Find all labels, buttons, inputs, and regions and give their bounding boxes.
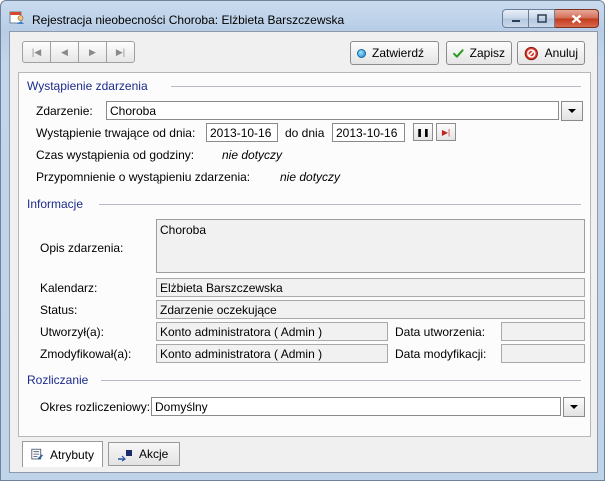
created-by-field: Konto administratora ( Admin ) [156,322,388,341]
dialog-window: Rejestracja nieobecności Choroba: Elżbie… [0,0,605,481]
attributes-panel: Wystąpienie zdarzenia Zdarzenie: Choroba… [18,72,591,437]
from-date-input[interactable]: 2013-10-16 [206,123,278,142]
reminder-value: nie dotyczy [280,170,341,184]
record-navigation: |◀ ◀ ▶ ▶| [22,41,135,63]
maximize-button[interactable] [529,9,555,28]
modified-date-label: Data modyfikacji: [395,347,487,361]
chevron-down-icon [570,405,578,409]
period-label: Okres rozliczeniowy: [40,400,151,414]
chevron-down-icon [568,109,576,113]
last-record-button[interactable]: ▶| [106,41,135,63]
next-record-icon: ▶ [89,46,96,57]
created-by-label: Utworzył(a): [40,325,105,339]
save-button[interactable]: Zapisz [446,41,512,65]
info-section-title: Informacje [27,197,84,211]
attributes-icon [31,448,43,460]
previous-record-icon: ◀ [61,46,68,57]
minimize-button[interactable] [502,9,529,28]
actions-icon [118,449,132,461]
modified-by-field: Konto administratora ( Admin ) [156,344,388,363]
calendar-label: Kalendarz: [40,281,98,295]
confirm-dot-icon [357,48,366,58]
section-divider [99,204,581,205]
window-title: Rejestracja nieobecności Choroba: Elżbie… [32,13,345,27]
cancel-button[interactable]: Anuluj [517,41,585,65]
description-memo[interactable]: Choroba [156,219,585,273]
from-date-label: Wystąpienie trwające od dnia: [36,126,196,140]
tab-attributes[interactable]: Atrybuty [22,441,103,467]
last-record-icon: ▶| [115,46,126,57]
to-date-label: do dnia [285,126,325,140]
checkmark-icon [453,48,464,58]
window-controls [502,9,599,28]
maximize-icon [536,14,547,23]
title-bar[interactable]: Rejestracja nieobecności Choroba: Elżbie… [1,1,604,35]
event-dropdown-button[interactable] [561,101,583,121]
period-dropdown-button[interactable] [563,397,585,417]
status-label: Status: [40,303,78,317]
modified-date-field [501,344,585,363]
time-value: nie dotyczy [222,148,283,162]
modified-by-label: Zmodyfikował(a): [40,347,132,361]
first-record-button[interactable]: |◀ [22,41,51,63]
calendar-field: Elżbieta Barszczewska [156,278,585,297]
description-label: Opis zdarzenia: [40,241,124,255]
reminder-label: Przypomnienie o wystąpieniu zdarzenia: [36,170,251,184]
close-icon [571,14,582,23]
section-divider [101,380,581,381]
tab-actions-label: Akcje [139,447,169,461]
play-to-end-button[interactable]: ▶| [436,123,456,141]
play-end-icon: ▶| [441,127,451,137]
dialog-client-area: |◀ ◀ ▶ ▶| Zatwierdź Zapisz Anuluj Wystąp… [9,31,598,473]
cancel-label: Anuluj [544,46,578,60]
period-combo[interactable]: Domyślny [151,397,561,416]
created-date-label: Data utworzenia: [395,325,486,339]
minimize-icon [511,19,520,22]
created-date-field [501,322,585,341]
time-label: Czas wystąpienia od godziny: [36,148,195,162]
close-window-button[interactable] [555,9,599,28]
confirm-label: Zatwierdź [372,46,425,60]
to-date-input[interactable]: 2013-10-16 [332,123,405,142]
save-label: Zapisz [469,46,505,60]
tab-actions[interactable]: Akcje [108,442,180,466]
event-label: Zdarzenie: [36,104,93,118]
status-field: Zdarzenie oczekujące [156,300,585,319]
cancel-icon [524,46,538,60]
event-combo[interactable]: Choroba [106,101,559,120]
pause-icon: ❚❚ [416,127,430,137]
previous-record-button[interactable]: ◀ [50,41,79,63]
settlement-section-title: Rozliczanie [27,373,89,387]
app-calendar-user-icon [9,9,25,25]
section-divider [171,86,581,87]
tab-attributes-label: Atrybuty [49,447,94,462]
pause-button[interactable]: ❚❚ [413,123,433,141]
confirm-button[interactable]: Zatwierdź [350,41,439,65]
occurrence-section-title: Wystąpienie zdarzenia [27,79,148,93]
first-record-icon: |◀ [31,46,42,57]
next-record-button[interactable]: ▶ [78,41,107,63]
